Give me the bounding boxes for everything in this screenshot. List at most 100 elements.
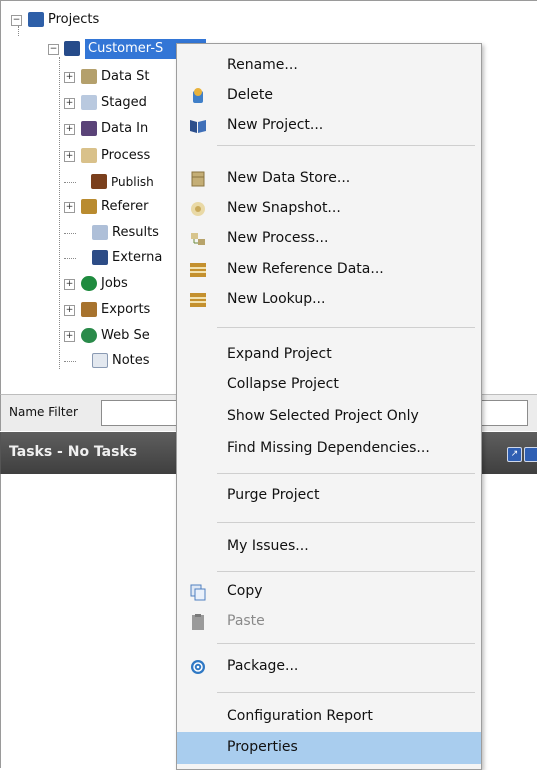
menu-label: Paste xyxy=(227,613,265,629)
tree-label-projects: Projects xyxy=(48,12,100,27)
menu-label: Properties xyxy=(227,739,298,755)
menu-item-delete[interactable]: Delete xyxy=(177,81,481,111)
menu-label: Show Selected Project Only xyxy=(227,408,419,424)
expand-icon[interactable]: + xyxy=(64,151,75,162)
tree-label: Data St xyxy=(101,69,150,84)
external-task-icon xyxy=(92,250,108,265)
tree-label: Process xyxy=(101,148,151,163)
exports-icon xyxy=(81,302,97,317)
menu-separator xyxy=(217,571,475,572)
menu-label: Find Missing Dependencies... xyxy=(227,440,430,456)
data-interface-icon xyxy=(81,121,97,136)
menu-label: Purge Project xyxy=(227,487,320,503)
process-icon xyxy=(189,230,207,248)
menu-label: Expand Project xyxy=(227,346,332,362)
tree-guide-line xyxy=(64,233,76,234)
expand-icon[interactable]: + xyxy=(64,202,75,213)
menu-label: New Lookup... xyxy=(227,291,326,307)
menu-item-package[interactable]: Package... xyxy=(177,652,481,682)
tree-guide-line xyxy=(18,26,19,36)
staged-data-icon xyxy=(81,95,97,110)
expand-icon[interactable]: + xyxy=(64,124,75,135)
paste-icon xyxy=(189,613,207,631)
reference-data-icon xyxy=(189,261,207,279)
menu-label: My Issues... xyxy=(227,538,309,554)
menu-label: Package... xyxy=(227,658,299,674)
new-project-icon xyxy=(189,117,207,135)
tree-label: Results xyxy=(112,225,159,240)
tree-label: Publish xyxy=(111,175,154,189)
tree-label: Externa xyxy=(112,250,163,265)
tree-guide-line xyxy=(59,57,60,369)
results-book-icon xyxy=(92,225,108,240)
menu-item-new-snapshot[interactable]: New Snapshot... xyxy=(177,194,481,224)
menu-label: Delete xyxy=(227,87,273,103)
menu-item-new-process[interactable]: New Process... xyxy=(177,224,481,254)
tasks-title: Tasks - No Tasks xyxy=(9,444,138,460)
tree-label: Web Se xyxy=(101,328,150,343)
menu-item-rename[interactable]: Rename... xyxy=(177,51,481,81)
menu-item-my-issues[interactable]: My Issues... xyxy=(177,532,481,562)
notes-icon xyxy=(92,353,108,368)
projects-folder-icon xyxy=(28,12,44,27)
menu-separator xyxy=(217,473,475,474)
menu-item-new-project[interactable]: New Project... xyxy=(177,111,481,141)
maximize-panel-icon[interactable]: ↗ xyxy=(507,447,522,462)
tree-label: Data In xyxy=(101,121,149,136)
collapse-icon[interactable]: − xyxy=(11,15,22,26)
project-context-menu: Rename... Delete New Project... New Data… xyxy=(176,43,482,770)
web-service-globe-icon xyxy=(81,328,97,343)
menu-item-paste[interactable]: Paste xyxy=(177,607,481,637)
package-icon xyxy=(189,658,207,676)
menu-item-new-reference-data[interactable]: New Reference Data... xyxy=(177,255,481,285)
collapse-icon[interactable]: − xyxy=(48,44,59,55)
expand-icon[interactable]: + xyxy=(64,72,75,83)
menu-separator xyxy=(217,643,475,644)
menu-label: Collapse Project xyxy=(227,376,339,392)
menu-label: New Snapshot... xyxy=(227,200,341,216)
expand-icon[interactable]: + xyxy=(64,305,75,316)
menu-item-configuration-report[interactable]: Configuration Report xyxy=(177,702,481,732)
menu-item-expand-project[interactable]: Expand Project xyxy=(177,340,481,370)
expand-icon[interactable]: + xyxy=(64,279,75,290)
expand-icon[interactable]: + xyxy=(64,331,75,342)
tree-label: Staged xyxy=(101,95,147,110)
lookup-icon xyxy=(189,291,207,309)
menu-label: Configuration Report xyxy=(227,708,373,724)
published-processor-icon xyxy=(91,174,107,189)
reference-data-icon xyxy=(81,199,97,214)
tree-guide-line xyxy=(64,361,76,362)
project-icon xyxy=(64,41,80,56)
menu-item-properties[interactable]: Properties xyxy=(177,732,481,764)
menu-label: New Data Store... xyxy=(227,170,351,186)
jobs-icon xyxy=(81,276,97,291)
menu-item-purge-project[interactable]: Purge Project xyxy=(177,481,481,511)
menu-separator xyxy=(217,145,475,146)
menu-item-collapse-project[interactable]: Collapse Project xyxy=(177,370,481,400)
menu-separator xyxy=(217,327,475,328)
name-filter-label: Name Filter xyxy=(9,405,78,419)
tree-guide-line xyxy=(64,258,76,259)
tree-label: Notes xyxy=(112,353,150,368)
menu-item-new-lookup[interactable]: New Lookup... xyxy=(177,285,481,315)
menu-label: New Reference Data... xyxy=(227,261,384,277)
menu-separator xyxy=(217,522,475,523)
menu-label: New Process... xyxy=(227,230,329,246)
expand-icon[interactable]: + xyxy=(64,98,75,109)
menu-label: Rename... xyxy=(227,57,298,73)
tree-label: Exports xyxy=(101,302,151,317)
data-store-icon xyxy=(189,170,207,188)
menu-separator xyxy=(217,692,475,693)
tree-label: Referer xyxy=(101,199,149,214)
menu-item-show-selected-project-only[interactable]: Show Selected Project Only xyxy=(177,402,481,432)
copy-icon xyxy=(189,583,207,601)
snapshot-icon xyxy=(189,200,207,218)
menu-item-new-data-store[interactable]: New Data Store... xyxy=(177,164,481,194)
tree-guide-line xyxy=(64,182,76,183)
menu-label: New Project... xyxy=(227,117,324,133)
tree-label: Jobs xyxy=(101,276,128,291)
menu-label: Copy xyxy=(227,583,263,599)
panel-option-icon[interactable] xyxy=(524,447,537,462)
menu-item-find-missing-dependencies[interactable]: Find Missing Dependencies... xyxy=(177,434,481,464)
menu-item-copy[interactable]: Copy xyxy=(177,577,481,607)
